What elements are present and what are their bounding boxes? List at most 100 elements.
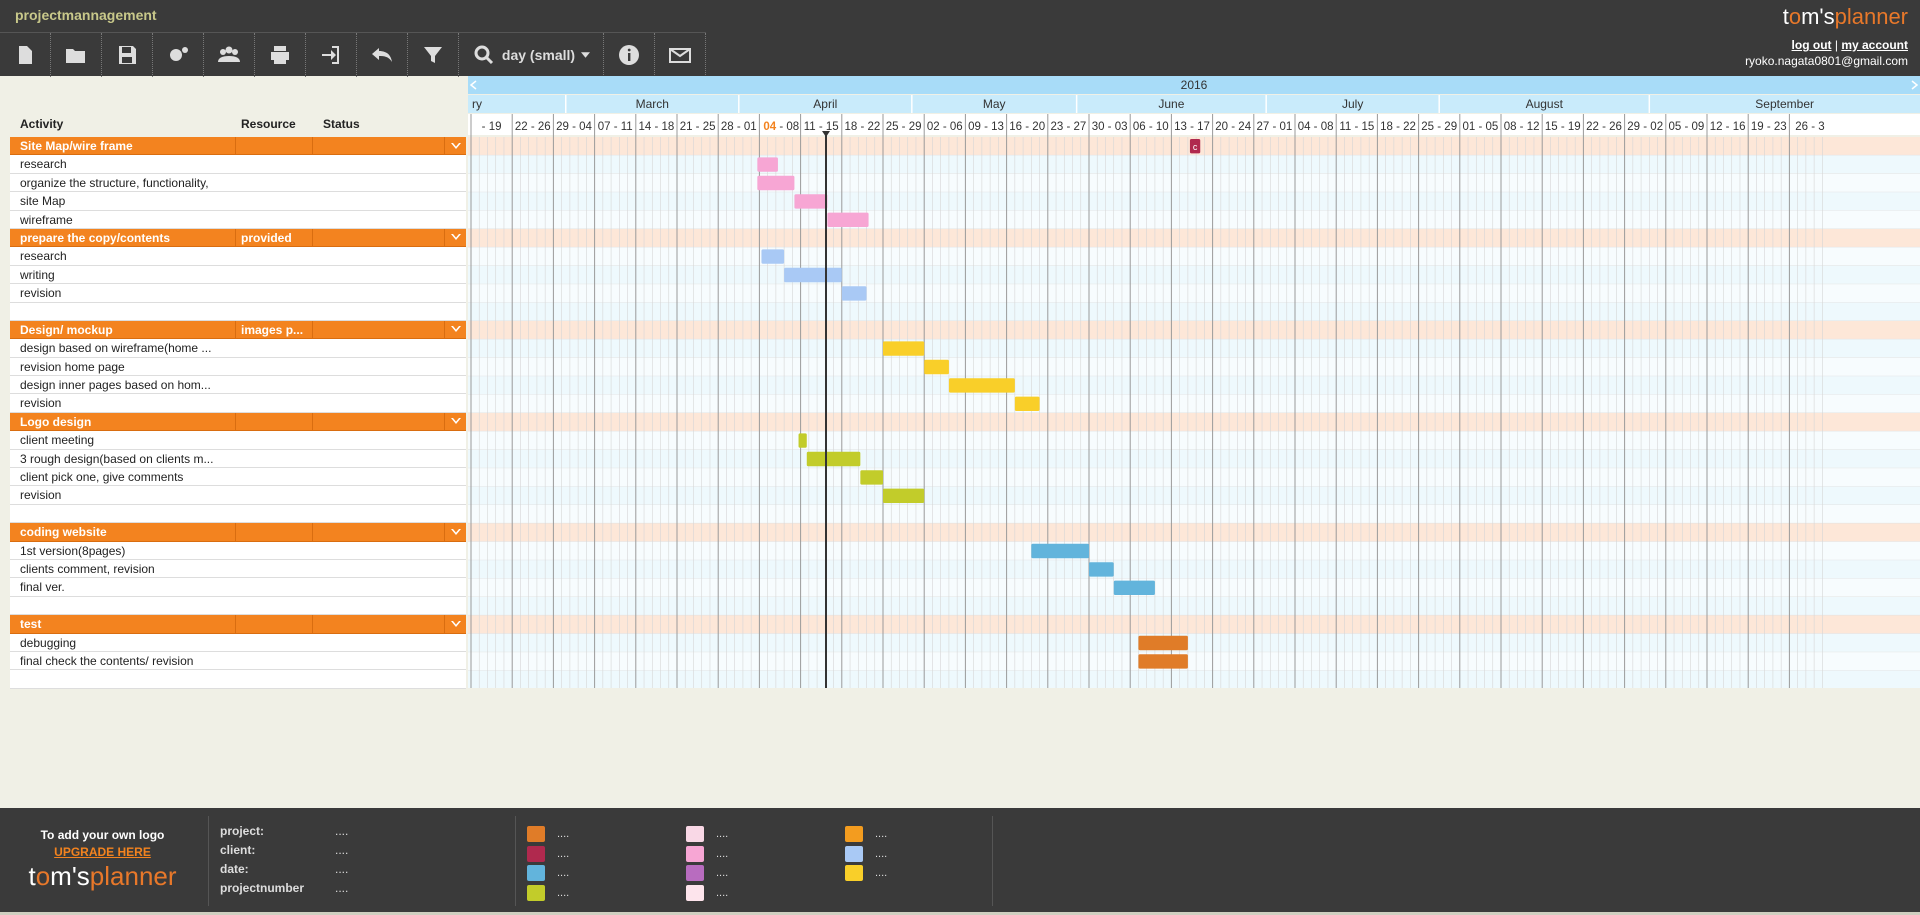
legend-item[interactable]: .... [686, 864, 728, 882]
settings-icon[interactable] [153, 33, 204, 77]
legend-item[interactable]: .... [845, 845, 887, 863]
activity-name: writing [20, 267, 55, 282]
save-icon[interactable] [102, 33, 153, 77]
legend-item[interactable]: .... [686, 825, 728, 843]
logout-link[interactable]: log out [1792, 38, 1832, 52]
collapse-chevron-icon[interactable] [444, 320, 466, 339]
task-bar[interactable] [883, 341, 925, 356]
task-bar[interactable] [794, 194, 828, 209]
month-label: ry [472, 97, 482, 111]
task-bar[interactable] [827, 212, 869, 227]
group-row[interactable]: coding website [10, 523, 466, 542]
activity-name: client meeting [20, 433, 95, 448]
task-bar[interactable] [1138, 654, 1188, 669]
activity-row[interactable]: debugging [10, 633, 466, 652]
week-label: 11 - 15 [1339, 121, 1374, 133]
task-bar[interactable] [798, 433, 807, 448]
task-bar[interactable] [841, 286, 867, 301]
zoom-dropdown[interactable]: day (small) [459, 33, 604, 77]
task-bar[interactable] [1031, 543, 1089, 559]
activity-row[interactable]: client pick one, give comments [10, 468, 466, 487]
activity-row[interactable]: revision [10, 284, 466, 303]
activity-row[interactable]: 1st version(8pages) [10, 541, 466, 560]
task-bar[interactable] [757, 175, 795, 191]
legend-item[interactable]: .... [845, 825, 887, 843]
activity-name: client pick one, give comments [20, 470, 184, 485]
collapse-chevron-icon[interactable] [444, 615, 466, 634]
task-bar[interactable] [1089, 562, 1114, 577]
activity-row[interactable]: revision [10, 486, 466, 505]
timeline-row [468, 505, 1920, 524]
timeline-row [468, 394, 1920, 413]
activity-row[interactable]: design based on wireframe(home ... [10, 339, 466, 358]
task-bar[interactable] [784, 267, 842, 283]
users-icon[interactable] [204, 33, 255, 77]
activity-row[interactable]: writing [10, 265, 466, 285]
legend-item[interactable]: .... [845, 864, 887, 882]
legend-item[interactable]: .... [686, 845, 728, 863]
print-icon[interactable] [255, 33, 306, 77]
collapse-chevron-icon[interactable] [444, 137, 466, 155]
task-bar[interactable] [924, 359, 949, 375]
group-row[interactable]: Logo design [10, 412, 466, 432]
legend-swatch [527, 845, 545, 862]
new-file-icon[interactable] [0, 33, 51, 77]
task-bar[interactable] [1014, 396, 1040, 411]
toms-planner-logo: tom'splanner [1782, 4, 1908, 29]
activity-row[interactable]: design inner pages based on hom... [10, 376, 466, 395]
open-folder-icon[interactable] [51, 33, 102, 77]
activity-row[interactable] [10, 596, 466, 616]
activity-row[interactable]: site Map [10, 192, 466, 211]
task-bar[interactable] [761, 249, 785, 264]
activity-row[interactable]: revision [10, 394, 466, 413]
legend-item[interactable]: .... [527, 864, 569, 882]
activity-row[interactable]: research [10, 247, 466, 266]
legend-item[interactable]: .... [527, 845, 569, 863]
info-icon[interactable] [604, 33, 655, 77]
task-bar[interactable] [1113, 580, 1155, 595]
task-bar[interactable] [948, 378, 1015, 393]
timeline-row [468, 210, 1920, 229]
timeline-row [468, 652, 1920, 671]
task-bar[interactable] [806, 451, 861, 467]
group-row[interactable]: prepare the copy/contents provided [10, 228, 466, 248]
collapse-chevron-icon[interactable] [444, 523, 466, 542]
my-account-link[interactable]: my account [1841, 38, 1908, 52]
month-label: September [1755, 97, 1814, 111]
filter-icon[interactable] [408, 33, 459, 77]
group-row[interactable]: test [10, 615, 466, 634]
activity-row[interactable]: final ver. [10, 578, 466, 597]
activity-row[interactable]: revision home page [10, 357, 466, 377]
activity-row[interactable]: organize the structure, functionality, [10, 173, 466, 193]
legend-item[interactable]: .... [527, 825, 569, 843]
week-label: 25 - 29 [886, 121, 922, 133]
export-icon[interactable] [306, 33, 357, 77]
collapse-chevron-icon[interactable] [444, 412, 466, 431]
task-bar[interactable] [860, 470, 883, 485]
legend-item[interactable]: .... [686, 884, 728, 902]
timeline-row [468, 523, 1920, 542]
activity-row[interactable]: clients comment, revision [10, 559, 466, 579]
task-bar[interactable] [1138, 635, 1188, 651]
activity-row[interactable] [10, 302, 466, 321]
collapse-chevron-icon[interactable] [444, 228, 466, 247]
week-label: 01 - 05 [1462, 121, 1498, 133]
activity-name: final ver. [20, 580, 65, 595]
activity-row[interactable]: research [10, 155, 466, 174]
activity-row[interactable] [10, 504, 466, 524]
group-row[interactable]: Design/ mockup images p... [10, 320, 466, 340]
legend-item[interactable]: .... [527, 884, 569, 902]
month-label: March [636, 97, 669, 111]
activity-row[interactable]: client meeting [10, 431, 466, 450]
activity-row[interactable] [10, 670, 466, 689]
undo-icon[interactable] [357, 33, 408, 77]
task-bar[interactable] [757, 157, 778, 172]
activity-row[interactable]: final check the contents/ revision [10, 651, 466, 671]
upgrade-link[interactable]: UPGRADE HERE [0, 845, 205, 859]
mail-icon[interactable] [655, 33, 706, 77]
activity-row[interactable]: wireframe [10, 210, 466, 229]
group-row[interactable]: Site Map/wire frame [10, 137, 466, 156]
activity-row[interactable]: 3 rough design(based on clients m... [10, 449, 466, 469]
legend-swatch [845, 845, 863, 862]
task-bar[interactable] [883, 488, 925, 503]
